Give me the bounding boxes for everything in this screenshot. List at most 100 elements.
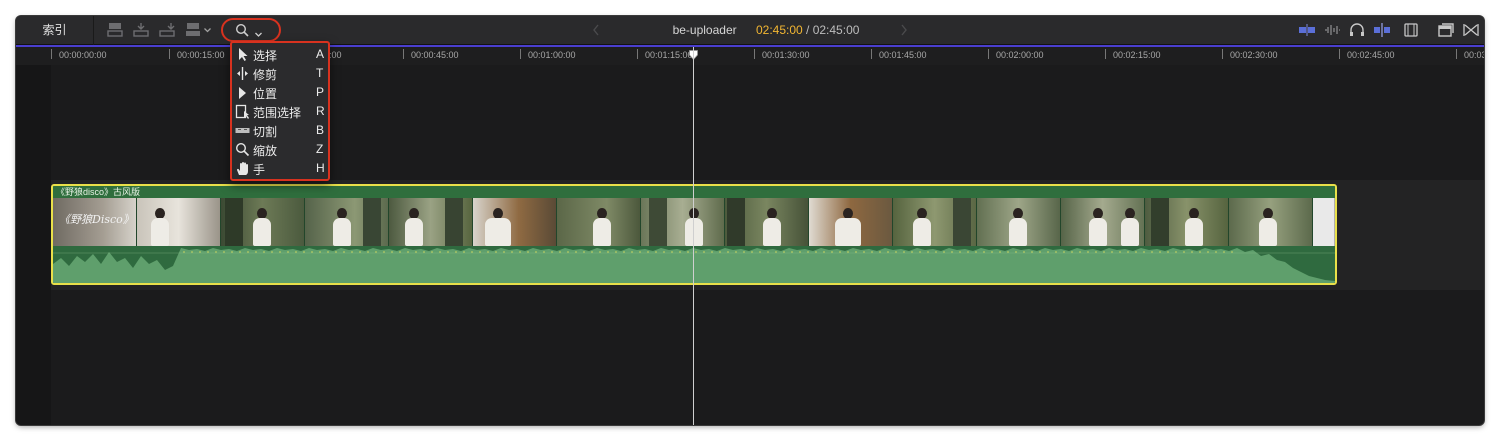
timeline-window: 索引 be-uploader 02:45:00 / 02:45:00 00:00…: [16, 16, 1484, 425]
position-icon: [235, 85, 250, 100]
menu-item-zoom[interactable]: 缩放 Z: [232, 140, 328, 159]
tool-selector-button[interactable]: [221, 18, 281, 42]
menu-item-label: 选择: [253, 49, 278, 63]
arrow-icon: [235, 47, 250, 62]
audio-skimming-icon[interactable]: [1323, 22, 1341, 38]
zoom-icon: [235, 142, 250, 157]
current-timecode: 02:45:00: [755, 23, 803, 37]
menu-item-label: 手: [253, 163, 266, 177]
ruler-label: 00:00:45:00: [411, 50, 459, 60]
timeline-title: be-uploader 02:45:00 / 02:45:00: [616, 16, 916, 45]
shortcut-key: T: [316, 66, 324, 80]
playhead[interactable]: [693, 47, 694, 425]
tool-dropdown-menu: 选择 A 修剪 T 位置 P 范围选择 R 切割 B 缩放 Z 手 H: [230, 41, 330, 181]
thumbnail-frame: [305, 198, 389, 246]
ruler-label: 00:02:30:00: [1230, 50, 1278, 60]
menu-item-label: 位置: [253, 87, 278, 101]
connect-clip-icon[interactable]: [106, 22, 124, 38]
ruler-label: 00:02:00:00: [996, 50, 1044, 60]
ruler-tick: [988, 49, 989, 59]
magnifier-icon: [235, 23, 250, 38]
ruler-tick: [754, 49, 755, 59]
clip-appearance-icon[interactable]: [1402, 22, 1420, 38]
thumbnail-frame: [809, 198, 893, 246]
ruler-tick: [1222, 49, 1223, 59]
clip-filmstrip: 《野狼Disco》: [53, 198, 1335, 246]
ruler-tick: [1105, 49, 1106, 59]
thumbnail-frame: [557, 198, 641, 246]
ruler-tick: [637, 49, 638, 59]
thumbnail-frame: [641, 198, 725, 246]
forward-arrow-icon[interactable]: [900, 23, 908, 37]
shortcut-key: R: [316, 104, 325, 118]
thumbnail-frame: [977, 198, 1061, 246]
menu-item-range-select[interactable]: 范围选择 R: [232, 102, 328, 121]
thumbnail-frame: [221, 198, 305, 246]
menu-item-trim[interactable]: 修剪 T: [232, 64, 328, 83]
title-card-text: 《野狼Disco》: [59, 213, 134, 226]
insert-clip-icon[interactable]: [132, 22, 150, 38]
shortcut-key: A: [316, 47, 325, 61]
menu-item-select[interactable]: 选择 A: [232, 45, 328, 64]
ruler-tick: [520, 49, 521, 59]
ruler-label: 00:00:00:00: [59, 50, 107, 60]
thumbnail-frame: [137, 198, 221, 246]
thumbnail-frame: [1061, 198, 1145, 246]
ruler-tick: [1339, 49, 1340, 59]
thumbnail-frame: [725, 198, 809, 246]
menu-item-position[interactable]: 位置 P: [232, 83, 328, 102]
ruler-tick: [871, 49, 872, 59]
ruler-tick: [1456, 49, 1457, 59]
ruler-label: 00:01:00:00: [528, 50, 576, 60]
shortcut-key: B: [316, 123, 325, 137]
back-arrow-icon[interactable]: [592, 23, 600, 37]
video-clip[interactable]: 《野狼disco》古风版 《野狼Disco》: [51, 184, 1337, 285]
ruler-label: 00:01:15:00: [645, 50, 693, 60]
clip-name: 《野狼disco》古风版: [53, 186, 1335, 198]
thumbnail-frame: [1229, 198, 1313, 246]
thumbnail-frame: 《野狼Disco》: [53, 198, 137, 246]
ruler-label: 00:01:30:00: [762, 50, 810, 60]
ruler-label: 00:01:45:00: [879, 50, 927, 60]
menu-item-label: 缩放: [253, 144, 278, 158]
window-layout-icon[interactable]: [1437, 22, 1455, 38]
ruler-label: 00:02:15:00: [1113, 50, 1161, 60]
thumbnail-frame: [473, 198, 557, 246]
overwrite-clip-icon[interactable]: [184, 22, 202, 38]
project-name: be-uploader: [672, 23, 737, 37]
menu-item-blade[interactable]: 切割 B: [232, 121, 328, 140]
append-clip-icon[interactable]: [158, 22, 176, 38]
audio-waveform: [53, 246, 1335, 283]
headphones-icon[interactable]: [1348, 22, 1366, 38]
shortcut-key: H: [316, 161, 325, 175]
ruler-label: 00:03:00:00: [1464, 50, 1484, 60]
blade-icon: [235, 123, 250, 138]
ruler-tick: [51, 49, 52, 59]
snapping-icon[interactable]: [1373, 22, 1391, 38]
thumbnail-frame: [389, 198, 473, 246]
ruler-tick: [169, 49, 170, 59]
thumbnail-frame: [893, 198, 977, 246]
menu-item-hand[interactable]: 手 H: [232, 159, 328, 178]
track-header-gutter: [16, 65, 51, 425]
chevron-down-icon: [254, 26, 263, 37]
trim-icon: [235, 66, 250, 81]
range-select-icon: [235, 104, 250, 119]
ruler-tick: [403, 49, 404, 59]
hand-icon: [235, 161, 250, 176]
menu-item-label: 范围选择: [253, 106, 302, 120]
ruler-label: 00:02:45:00: [1347, 50, 1395, 60]
thumbnail-frame: [1145, 198, 1229, 246]
index-button[interactable]: 索引: [16, 16, 94, 45]
ruler-label: 00:00:15:00: [177, 50, 225, 60]
video-audio-toggle-icon[interactable]: [1298, 22, 1316, 38]
shortcut-key: Z: [316, 142, 324, 156]
chevron-down-icon[interactable]: [203, 24, 212, 36]
menu-item-label: 切割: [253, 125, 278, 139]
thumbnail-frame-end: [1313, 198, 1335, 246]
fullscreen-icon[interactable]: [1462, 22, 1480, 38]
timecode-separator: /: [802, 23, 813, 37]
menu-item-label: 修剪: [253, 68, 278, 82]
shortcut-key: P: [316, 85, 325, 99]
total-timecode: 02:45:00: [812, 23, 860, 37]
